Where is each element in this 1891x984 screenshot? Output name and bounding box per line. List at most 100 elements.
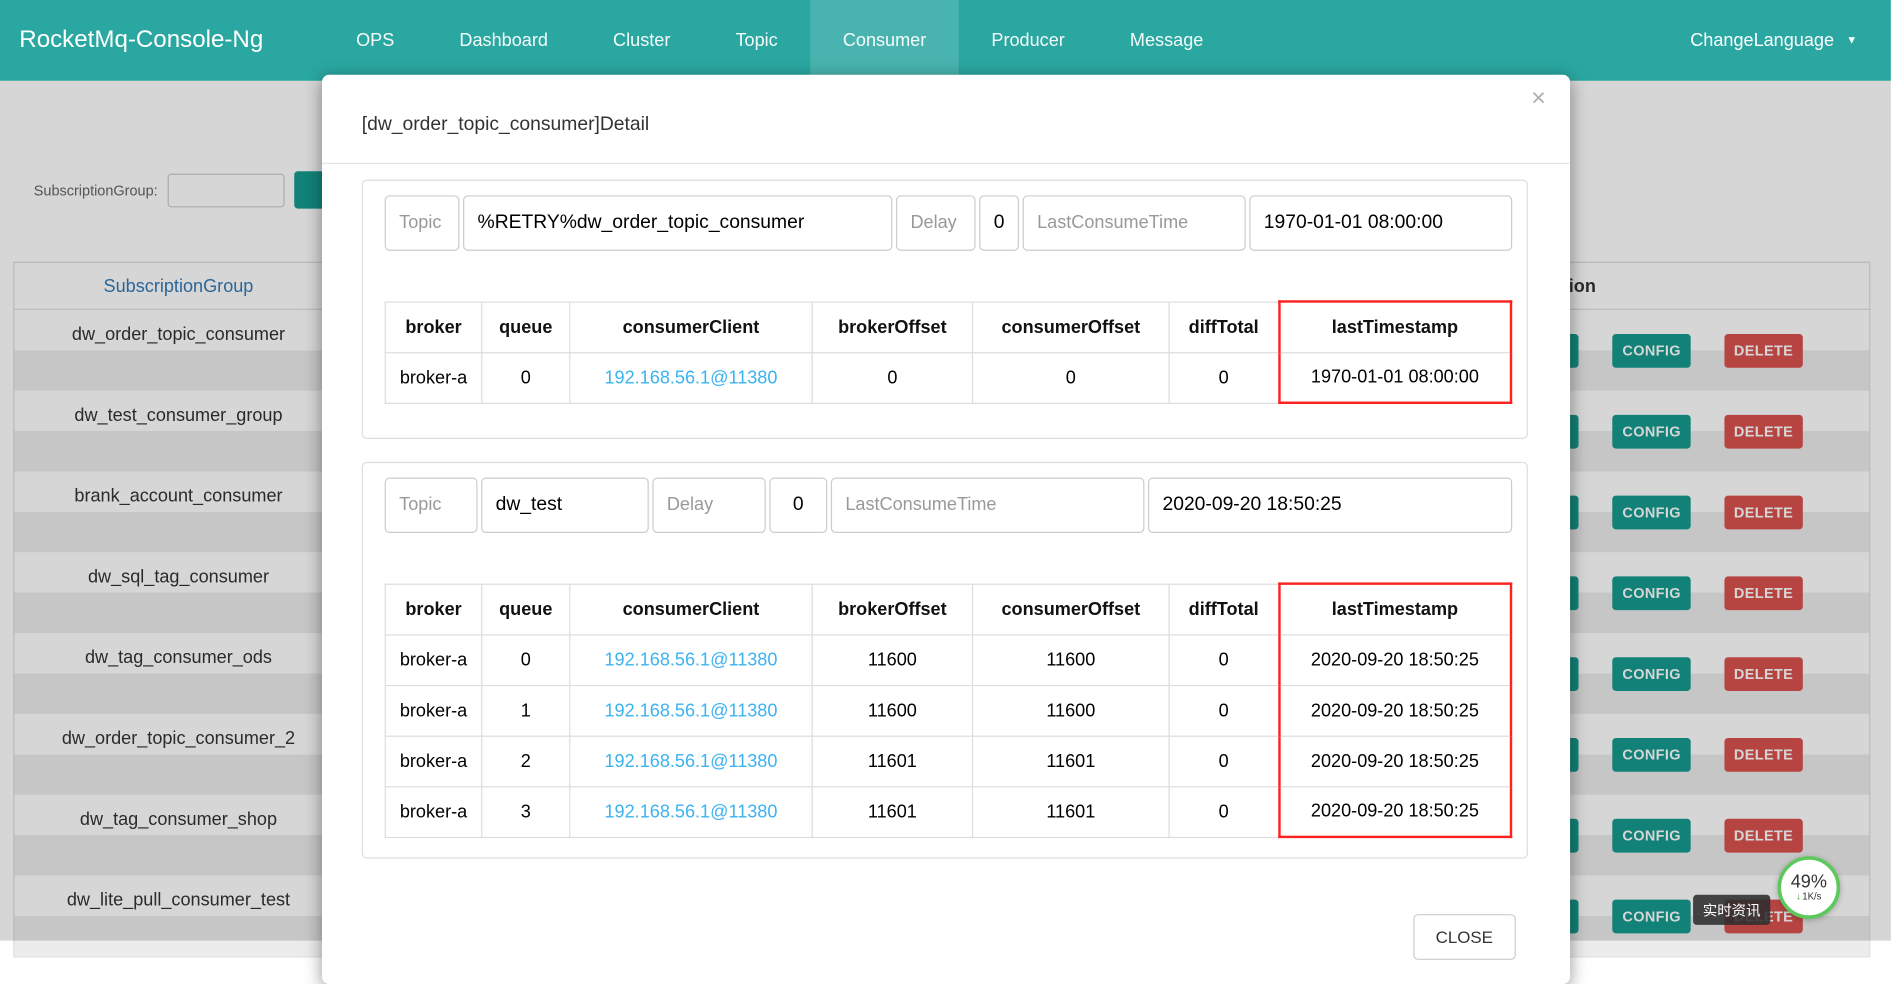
column-header-brokeroffset: brokerOffset xyxy=(812,584,972,635)
consumer-client-link[interactable]: 192.168.56.1@11380 xyxy=(604,801,777,822)
topic-section: Topic dw_test Delay 0 LastConsumeTime 20… xyxy=(362,462,1528,859)
cell: 1970-01-01 08:00:00 xyxy=(1279,352,1511,403)
cell: broker-a xyxy=(385,786,481,837)
column-header-difftotal: diffTotal xyxy=(1169,301,1279,352)
nav-item-topic[interactable]: Topic xyxy=(703,0,810,81)
cell: broker-a xyxy=(385,634,481,685)
cell: 0 xyxy=(482,634,570,685)
cell: 2020-09-20 18:50:25 xyxy=(1279,685,1511,736)
close-button[interactable]: CLOSE xyxy=(1413,914,1516,960)
cell: 11600 xyxy=(973,685,1170,736)
modal-title: [dw_order_topic_consumer]Detail xyxy=(362,115,649,136)
consumer-detail-modal: × [dw_order_topic_consumer]Detail Topic … xyxy=(322,75,1570,984)
cell: 1 xyxy=(482,685,570,736)
retry-topic-section: Topic %RETRY%dw_order_topic_consumer Del… xyxy=(362,180,1528,439)
table-row: broker-a2192.168.56.1@113801160111601020… xyxy=(385,736,1511,787)
last-consume-time-value: 2020-09-20 18:50:25 xyxy=(1148,478,1512,533)
delay-value: 0 xyxy=(769,478,827,533)
table-row: broker-a0192.168.56.1@113800001970-01-01… xyxy=(385,352,1511,403)
last-consume-time-label: LastConsumeTime xyxy=(831,478,1145,533)
column-header-consumerclient: consumerClient xyxy=(570,584,812,635)
column-header-consumeroffset: consumerOffset xyxy=(973,584,1170,635)
cell: 0 xyxy=(1169,786,1279,837)
cell: 3 xyxy=(482,786,570,837)
column-header-difftotal: diffTotal xyxy=(1169,584,1279,635)
topic-label: Topic xyxy=(385,195,460,250)
cell: broker-a xyxy=(385,736,481,787)
change-language-label: ChangeLanguage xyxy=(1690,30,1834,51)
cell: 11600 xyxy=(812,685,972,736)
down-arrow-icon: ↓ xyxy=(1796,891,1801,902)
cell: broker-a xyxy=(385,352,481,403)
topic-value: %RETRY%dw_order_topic_consumer xyxy=(463,195,892,250)
cell: 11601 xyxy=(973,786,1170,837)
cell: 11601 xyxy=(812,786,972,837)
table-row: broker-a0192.168.56.1@113801160011600020… xyxy=(385,634,1511,685)
close-icon[interactable]: × xyxy=(1524,84,1553,112)
consumer-client-link[interactable]: 192.168.56.1@11380 xyxy=(604,700,777,721)
speed-value: 1K/s xyxy=(1802,891,1821,902)
nav-item-consumer[interactable]: Consumer xyxy=(810,0,959,81)
topic-value: dw_test xyxy=(481,478,649,533)
nav-item-message[interactable]: Message xyxy=(1097,0,1236,81)
column-header-consumerclient: consumerClient xyxy=(570,301,812,352)
cell: 2020-09-20 18:50:25 xyxy=(1279,786,1511,837)
cell: 11601 xyxy=(973,736,1170,787)
cell: 0 xyxy=(1169,352,1279,403)
consumer-offset-table: brokerqueueconsumerClientbrokerOffsetcon… xyxy=(385,582,1513,838)
caret-down-icon: ▼ xyxy=(1846,0,1857,81)
cell: 11601 xyxy=(812,736,972,787)
nav-item-dashboard[interactable]: Dashboard xyxy=(427,0,581,81)
app: SubscriptionGroup: SubscriptionGroup Ope… xyxy=(0,0,1891,941)
column-header-broker: broker xyxy=(385,301,481,352)
cell: 11600 xyxy=(812,634,972,685)
consumer-offset-table: brokerqueueconsumerClientbrokerOffsetcon… xyxy=(385,300,1513,404)
consumer-client-link[interactable]: 192.168.56.1@11380 xyxy=(604,367,777,388)
column-header-lasttimestamp: lastTimestamp xyxy=(1279,301,1511,352)
table-row: broker-a1192.168.56.1@113801160011600020… xyxy=(385,685,1511,736)
widget-tooltip: 实时资讯 xyxy=(1693,895,1770,925)
nav-menu: OPSDashboardClusterTopicConsumerProducer… xyxy=(324,0,1236,81)
speed-circle[interactable]: 49% ↓1K/s xyxy=(1777,856,1840,919)
column-header-lasttimestamp: lastTimestamp xyxy=(1279,584,1511,635)
cell: 0 xyxy=(1169,634,1279,685)
cell: 11600 xyxy=(973,634,1170,685)
topic-info-row: Topic dw_test Delay 0 LastConsumeTime 20… xyxy=(385,478,1513,533)
delay-value: 0 xyxy=(979,195,1019,250)
topic-info-row: Topic %RETRY%dw_order_topic_consumer Del… xyxy=(385,195,1513,250)
change-language-menu[interactable]: ChangeLanguage ▼ xyxy=(1690,0,1857,81)
modal-footer: CLOSE xyxy=(322,859,1570,984)
consumer-client-cell: 192.168.56.1@11380 xyxy=(570,786,812,837)
consumer-client-cell: 192.168.56.1@11380 xyxy=(570,685,812,736)
cell: broker-a xyxy=(385,685,481,736)
percent-value: 49% xyxy=(1791,872,1827,893)
column-header-consumeroffset: consumerOffset xyxy=(973,301,1170,352)
column-header-brokeroffset: brokerOffset xyxy=(812,301,972,352)
cell: 0 xyxy=(973,352,1170,403)
consumer-client-cell: 192.168.56.1@11380 xyxy=(570,736,812,787)
modal-body: Topic %RETRY%dw_order_topic_consumer Del… xyxy=(322,164,1570,859)
topic-label: Topic xyxy=(385,478,478,533)
last-consume-time-label: LastConsumeTime xyxy=(1023,195,1246,250)
cell: 2020-09-20 18:50:25 xyxy=(1279,736,1511,787)
cell: 0 xyxy=(1169,736,1279,787)
column-header-queue: queue xyxy=(482,301,570,352)
modal-header: [dw_order_topic_consumer]Detail xyxy=(322,75,1570,164)
consumer-client-link[interactable]: 192.168.56.1@11380 xyxy=(604,649,777,670)
cell: 0 xyxy=(482,352,570,403)
delay-label: Delay xyxy=(896,195,976,250)
nav-item-producer[interactable]: Producer xyxy=(959,0,1098,81)
consumer-client-cell: 192.168.56.1@11380 xyxy=(570,352,812,403)
brand[interactable]: RocketMq-Console-Ng xyxy=(0,0,283,81)
navbar: RocketMq-Console-Ng OPSDashboardClusterT… xyxy=(0,0,1891,81)
last-consume-time-value: 1970-01-01 08:00:00 xyxy=(1249,195,1512,250)
delay-label: Delay xyxy=(652,478,765,533)
nav-item-cluster[interactable]: Cluster xyxy=(580,0,702,81)
cell: 2 xyxy=(482,736,570,787)
cell: 0 xyxy=(1169,685,1279,736)
network-speed-widget: 实时资讯 49% ↓1K/s xyxy=(1693,856,1850,933)
nav-item-ops[interactable]: OPS xyxy=(324,0,427,81)
download-speed: ↓1K/s xyxy=(1796,892,1821,903)
consumer-client-link[interactable]: 192.168.56.1@11380 xyxy=(604,751,777,772)
table-row: broker-a3192.168.56.1@113801160111601020… xyxy=(385,786,1511,837)
